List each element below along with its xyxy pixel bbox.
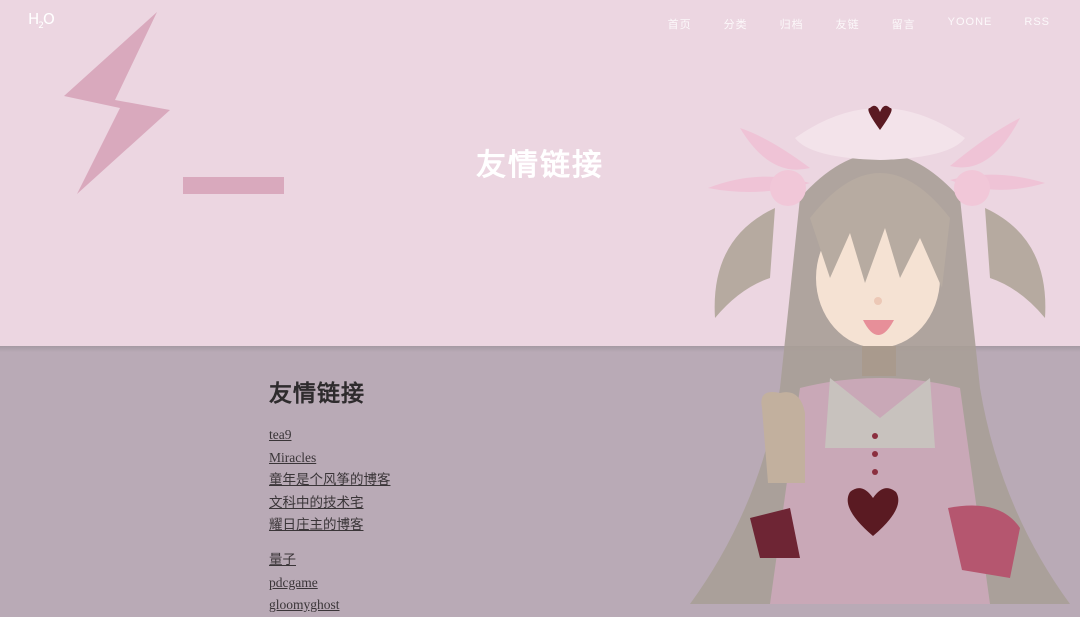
- site-logo[interactable]: H2O: [28, 10, 55, 31]
- nav-archive[interactable]: 归档: [780, 16, 804, 32]
- nav-categories[interactable]: 分类: [724, 16, 748, 32]
- nav-links[interactable]: 友链: [836, 16, 860, 32]
- list-item: tea9: [269, 424, 669, 447]
- friend-link[interactable]: pdcgame: [269, 575, 318, 590]
- friend-link[interactable]: 文科中的技术宅: [269, 495, 364, 510]
- nav-home[interactable]: 首页: [668, 16, 692, 32]
- friend-link[interactable]: tea9: [269, 427, 292, 442]
- list-item: 耀日庄主的博客: [269, 514, 669, 537]
- list-item: Miracles: [269, 447, 669, 470]
- friend-link[interactable]: 耀日庄主的博客: [269, 517, 364, 532]
- main-content: 友情链接 tea9 Miracles 童年是个风筝的博客 文科中的技术宅 耀日庄…: [269, 374, 669, 617]
- list-item: 文科中的技术宅: [269, 492, 669, 515]
- list-item: gloomyghost: [269, 594, 669, 617]
- nav-yoone[interactable]: YOONE: [948, 16, 993, 32]
- friend-link[interactable]: 童年是个风筝的博客: [269, 472, 391, 487]
- logo-text: H: [28, 10, 39, 28]
- page-heading: 友情链接: [269, 380, 365, 406]
- list-item: 量子: [269, 549, 669, 572]
- nav-rss[interactable]: RSS: [1024, 16, 1050, 32]
- friend-link[interactable]: 量子: [269, 552, 296, 567]
- list-item: pdcgame: [269, 572, 669, 595]
- nav-guestbook[interactable]: 留言: [892, 16, 916, 32]
- friend-links-list: tea9 Miracles 童年是个风筝的博客 文科中的技术宅 耀日庄主的博客: [269, 424, 669, 537]
- friend-link[interactable]: gloomyghost: [269, 597, 340, 612]
- list-item: 童年是个风筝的博客: [269, 469, 669, 492]
- logo-tail: O: [43, 10, 55, 28]
- friend-link[interactable]: Miracles: [269, 450, 316, 465]
- friend-links-list-2: 量子 pdcgame gloomyghost: [269, 549, 669, 617]
- top-nav: 首页 分类 归档 友链 留言 YOONE RSS: [636, 16, 1050, 32]
- anime-character-illustration: [690, 105, 1070, 604]
